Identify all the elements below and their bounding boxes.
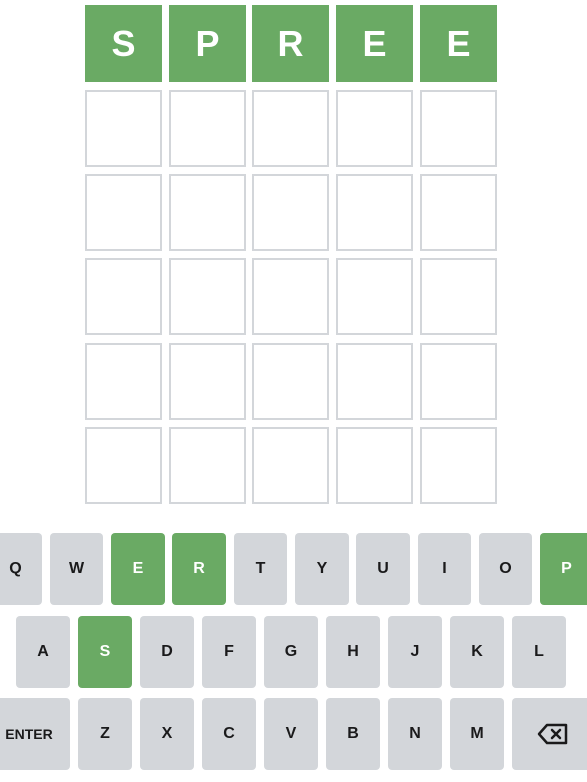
key-m[interactable]: M bbox=[450, 698, 504, 770]
enter-button[interactable]: ENTER bbox=[0, 698, 70, 770]
tile-r3-c5 bbox=[420, 174, 497, 251]
tile-r5-c5 bbox=[420, 343, 497, 420]
tile-r1-c1: S bbox=[85, 5, 162, 82]
tile-r4-c5 bbox=[420, 258, 497, 335]
key-o[interactable]: O bbox=[479, 533, 532, 605]
tile-r1-c4: E bbox=[336, 5, 413, 82]
tile-r4-c4 bbox=[336, 258, 413, 335]
key-i[interactable]: I bbox=[418, 533, 471, 605]
key-g[interactable]: G bbox=[264, 616, 318, 688]
key-a[interactable]: A bbox=[16, 616, 70, 688]
key-c[interactable]: C bbox=[202, 698, 256, 770]
tile-r4-c2 bbox=[169, 258, 246, 335]
key-e[interactable]: E bbox=[111, 533, 165, 605]
tile-r6-c3 bbox=[252, 427, 329, 504]
tile-r5-c1 bbox=[85, 343, 162, 420]
tile-r2-c5 bbox=[420, 90, 497, 167]
tile-r5-c2 bbox=[169, 343, 246, 420]
key-d[interactable]: D bbox=[140, 616, 194, 688]
key-l[interactable]: L bbox=[512, 616, 566, 688]
key-h[interactable]: H bbox=[326, 616, 380, 688]
tile-r6-c1 bbox=[85, 427, 162, 504]
backspace-icon bbox=[537, 722, 569, 746]
tile-r6-c5 bbox=[420, 427, 497, 504]
key-x[interactable]: X bbox=[140, 698, 194, 770]
tile-r3-c4 bbox=[336, 174, 413, 251]
key-f[interactable]: F bbox=[202, 616, 256, 688]
key-b[interactable]: B bbox=[326, 698, 380, 770]
key-t[interactable]: T bbox=[234, 533, 287, 605]
key-s[interactable]: S bbox=[78, 616, 132, 688]
tile-r4-c3 bbox=[252, 258, 329, 335]
backspace-button[interactable] bbox=[512, 698, 587, 770]
tile-r2-c2 bbox=[169, 90, 246, 167]
key-w[interactable]: W bbox=[50, 533, 103, 605]
key-q[interactable]: Q bbox=[0, 533, 42, 605]
tile-r6-c2 bbox=[169, 427, 246, 504]
tile-r3-c3 bbox=[252, 174, 329, 251]
key-v[interactable]: V bbox=[264, 698, 318, 770]
key-z[interactable]: Z bbox=[78, 698, 132, 770]
key-n[interactable]: N bbox=[388, 698, 442, 770]
key-j[interactable]: J bbox=[388, 616, 442, 688]
tile-r2-c1 bbox=[85, 90, 162, 167]
tile-r4-c1 bbox=[85, 258, 162, 335]
tile-r3-c2 bbox=[169, 174, 246, 251]
key-p[interactable]: P bbox=[540, 533, 587, 605]
tile-r6-c4 bbox=[336, 427, 413, 504]
tile-r5-c4 bbox=[336, 343, 413, 420]
key-k[interactable]: K bbox=[450, 616, 504, 688]
key-u[interactable]: U bbox=[356, 533, 410, 605]
tile-r3-c1 bbox=[85, 174, 162, 251]
tile-r2-c4 bbox=[336, 90, 413, 167]
tile-r1-c5: E bbox=[420, 5, 497, 82]
tile-r2-c3 bbox=[252, 90, 329, 167]
tile-r1-c3: R bbox=[252, 5, 329, 82]
key-r[interactable]: R bbox=[172, 533, 226, 605]
tile-r5-c3 bbox=[252, 343, 329, 420]
tile-r1-c2: P bbox=[169, 5, 246, 82]
key-y[interactable]: Y bbox=[295, 533, 349, 605]
